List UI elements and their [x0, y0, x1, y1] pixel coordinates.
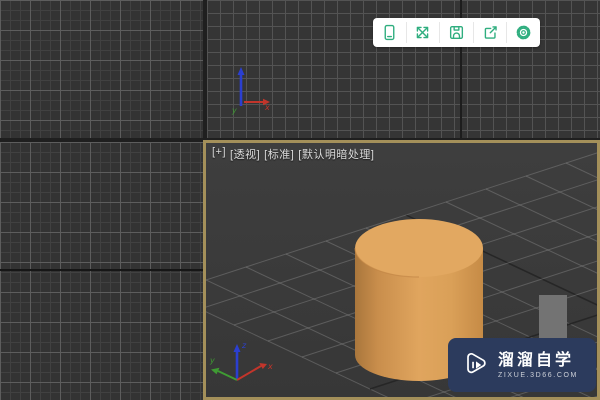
z-axis-arrow: [233, 344, 241, 352]
share-button[interactable]: [474, 18, 507, 47]
viewport-menu-standard[interactable]: [标准]: [264, 146, 294, 162]
viewport-menu-shading[interactable]: [默认明暗处理]: [298, 146, 374, 162]
viewport-menu-plus[interactable]: [+]: [212, 146, 226, 162]
viewport-top-left[interactable]: [0, 0, 203, 138]
device-button[interactable]: [373, 18, 406, 47]
world-axis-line-horizontal: [0, 269, 203, 271]
y-axis-label: y: [231, 106, 237, 115]
expand-button[interactable]: [407, 18, 440, 47]
play-badge-icon: [467, 352, 486, 374]
watermark-text: 溜溜自学 zixue.3d66.com: [498, 352, 578, 379]
floating-toolbar: [373, 18, 540, 47]
z-axis-label: z: [241, 341, 247, 350]
z-axis-arrow: [237, 67, 245, 75]
watermark-title: 溜溜自学: [498, 351, 575, 369]
settings-icon: [516, 25, 531, 40]
axis-tripod-front: x y: [231, 67, 270, 115]
y-axis-label: y: [209, 356, 215, 365]
watermark: 溜溜自学 zixue.3d66.com: [448, 338, 596, 392]
axis-tripod-perspective: z y x: [209, 341, 273, 381]
x-axis-label: x: [267, 362, 273, 371]
viewport-bottom-left[interactable]: [0, 142, 203, 400]
settings-button[interactable]: [507, 18, 540, 47]
device-icon: [384, 24, 395, 41]
viewport-label: [+] [透视] [标准] [默认明暗处理]: [212, 146, 374, 162]
expand-icon: [417, 26, 429, 39]
save-button[interactable]: [440, 18, 473, 47]
watermark-subtitle: zixue.3d66.com: [498, 371, 578, 379]
save-icon: [449, 25, 464, 40]
share-icon: [484, 26, 497, 39]
viewport-menu-view[interactable]: [透视]: [230, 146, 260, 162]
x-axis-label: x: [264, 103, 270, 112]
gray-panel: [539, 295, 567, 343]
application-window: x y z y x [+] [透视] [标准] [默认明暗处理] 溜溜自学 ZI…: [0, 0, 600, 400]
